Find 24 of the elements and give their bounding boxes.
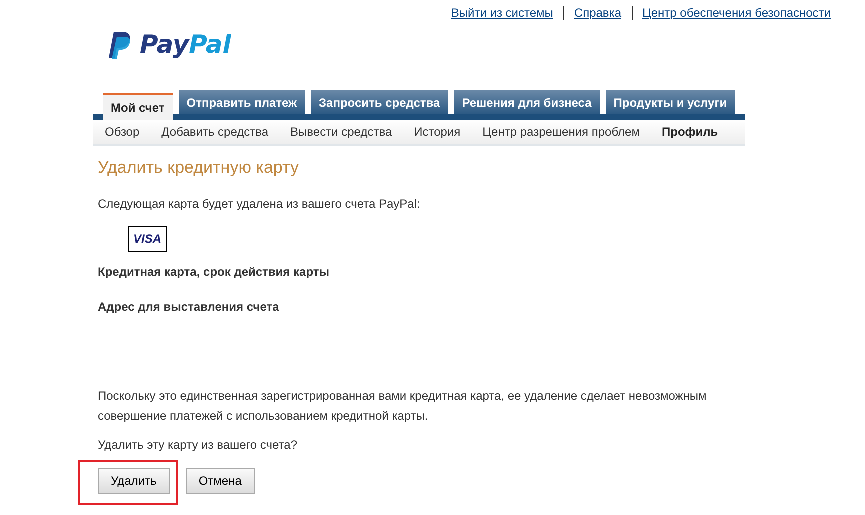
header-link[interactable]: Центр обеспечения безопасности (632, 6, 841, 20)
header-link[interactable]: Справка (564, 6, 632, 20)
subnav-link[interactable]: Добавить средства (162, 123, 269, 141)
nav-tab[interactable]: Решения для бизнеса (454, 90, 600, 114)
nav-tab[interactable]: Отправить платеж (178, 90, 306, 114)
nav-tab[interactable]: Продукты и услуги (606, 90, 736, 114)
subnav-link[interactable]: Обзор (105, 123, 140, 141)
header-link[interactable]: Выйти из системы (441, 6, 564, 20)
logo: PayPal (108, 30, 745, 60)
action-button[interactable]: Удалить (98, 468, 170, 494)
card-logo: VISA (128, 226, 167, 252)
field-label: Адрес для выставления счета (98, 299, 280, 316)
nav-tab[interactable]: Запросить средства (311, 90, 448, 114)
subnav-link[interactable]: Вывести средства (290, 123, 392, 141)
field-label: Кредитная карта, срок действия карты (98, 264, 330, 282)
subnav-link[interactable]: История (414, 123, 461, 141)
intro-text: Следующая карта будет удалена из вашего счета PayPal: (98, 196, 422, 214)
question-text: Удалить эту карту из вашего счета? (98, 437, 299, 454)
subnav-link[interactable]: Центр разрешения проблем (482, 123, 640, 141)
notice-text: Поскольку это единственная зарегистрированная вами кредитная карта, ее удаление сделает невозможным совершение платежей с использованием кредитной карты. (98, 388, 708, 426)
page-title: Удалить кредитную карту (98, 158, 300, 178)
nav-tab[interactable]: Мой счет (103, 93, 173, 120)
subnav-link[interactable]: Профиль (662, 123, 718, 141)
action-button[interactable]: Отмена (186, 468, 255, 494)
